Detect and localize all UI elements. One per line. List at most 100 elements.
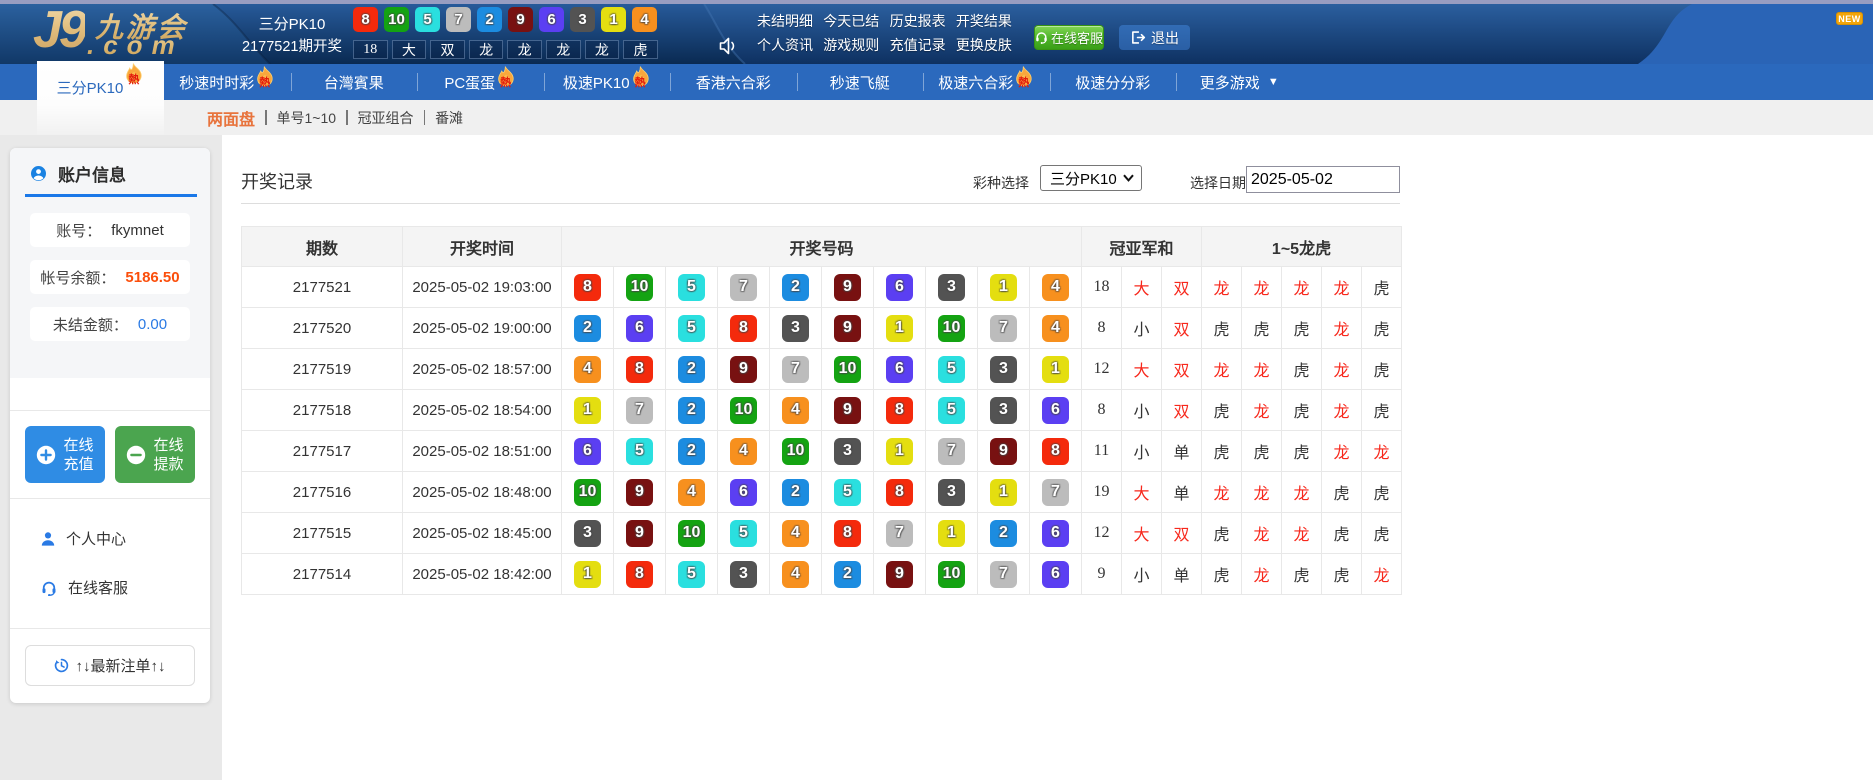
latest-bets-button[interactable]: ↑↓最新注单↑↓ xyxy=(25,645,195,686)
headset-blue-icon xyxy=(41,580,57,596)
cell-dragon-tiger: 龙 xyxy=(1242,390,1282,431)
unsettled-amount-label: 未结金额： xyxy=(53,314,128,335)
cell-issue: 2177514 xyxy=(242,554,403,595)
result-ball: 1 xyxy=(990,274,1017,301)
hot-flame-icon: 熱 xyxy=(631,66,651,90)
cell-parity: 双 xyxy=(1162,513,1202,554)
result-ball: 1 xyxy=(574,561,601,588)
cell-ball: 2 xyxy=(666,390,718,431)
result-ball: 9 xyxy=(834,274,861,301)
online-service-button[interactable]: 在线客服 xyxy=(1034,25,1104,50)
nav-tab-label: 极速六合彩 xyxy=(938,72,1013,93)
cell-time: 2025-05-02 18:51:00 xyxy=(403,431,562,472)
cell-dragon-tiger: 龙 xyxy=(1242,472,1282,513)
header-menu-link[interactable]: 更换皮肤 xyxy=(956,35,1022,55)
customer-service-item[interactable]: 在线客服 xyxy=(41,577,128,598)
cell-dragon-tiger: 龙 xyxy=(1242,554,1282,595)
logo[interactable]: J9 九游会 .com xyxy=(33,4,223,62)
cell-ball: 9 xyxy=(822,390,874,431)
nav-tab-6[interactable]: 香港六合彩 xyxy=(670,64,797,100)
subnav-item-1[interactable]: 两面盘 xyxy=(207,106,255,130)
subnav-item-4[interactable]: 番滩 xyxy=(435,108,463,128)
cell-size: 小 xyxy=(1122,554,1162,595)
subnav-separator xyxy=(424,110,426,125)
header-menu-link[interactable]: 个人资讯 xyxy=(757,35,823,55)
result-ball: 3 xyxy=(782,315,809,342)
cell-ball: 7 xyxy=(978,308,1030,349)
header-ball: 9 xyxy=(508,7,533,32)
hot-flame-icon: 熱 xyxy=(1014,66,1034,90)
cell-ball: 4 xyxy=(1030,267,1082,308)
logout-button[interactable]: 退出 xyxy=(1119,25,1190,50)
header-summary-box: 龙 xyxy=(469,40,504,59)
header-ball: 5 xyxy=(415,7,440,32)
date-input[interactable] xyxy=(1246,166,1400,193)
customer-service-label: 在线客服 xyxy=(68,577,128,598)
cell-size: 大 xyxy=(1122,472,1162,513)
nav-tab-1[interactable]: 三分PK10熱 xyxy=(37,61,164,135)
cell-ball: 6 xyxy=(874,267,926,308)
result-ball: 1 xyxy=(574,397,601,424)
cell-sum: 8 xyxy=(1082,308,1122,349)
cell-ball: 5 xyxy=(926,390,978,431)
cell-dragon-tiger: 龙 xyxy=(1282,472,1322,513)
cell-ball: 7 xyxy=(614,390,666,431)
deposit-button[interactable]: 在线充值 xyxy=(25,426,105,483)
cell-size: 大 xyxy=(1122,349,1162,390)
cell-ball: 6 xyxy=(562,431,614,472)
cell-dragon-tiger: 虎 xyxy=(1362,472,1402,513)
logo-j9-text: J9 xyxy=(33,0,85,60)
cell-dragon-tiger: 虎 xyxy=(1242,308,1282,349)
cell-time: 2025-05-02 19:03:00 xyxy=(403,267,562,308)
subnav-item-3[interactable]: 冠亚组合 xyxy=(358,108,414,128)
cell-sum: 18 xyxy=(1082,267,1122,308)
header-menu-link[interactable]: 充值记录 xyxy=(890,35,956,55)
cell-parity: 双 xyxy=(1162,349,1202,390)
cell-dragon-tiger: 龙 xyxy=(1202,267,1242,308)
cell-dragon-tiger: 龙 xyxy=(1362,431,1402,472)
speaker-icon[interactable] xyxy=(718,36,740,56)
subnav-item-2[interactable]: 单号1~10 xyxy=(277,108,337,128)
nav-tab-7[interactable]: 秒速飞艇 xyxy=(797,64,924,100)
nav-tab-5[interactable]: 极速PK10熱 xyxy=(544,64,671,100)
cell-ball: 6 xyxy=(874,349,926,390)
nav-tab-9[interactable]: 极速分分彩 xyxy=(1050,64,1177,100)
nav-tab-8[interactable]: 极速六合彩熱 xyxy=(923,64,1050,100)
header-summary-box: 大 xyxy=(392,40,427,59)
nav-tab-2[interactable]: 秒速时时彩熱 xyxy=(164,64,291,100)
result-ball: 5 xyxy=(678,561,705,588)
result-ball: 3 xyxy=(730,561,757,588)
cell-ball: 8 xyxy=(874,472,926,513)
result-ball: 6 xyxy=(626,315,653,342)
table-header-5: 1~5龙虎 xyxy=(1202,227,1402,267)
result-ball: 1 xyxy=(990,479,1017,506)
result-ball: 7 xyxy=(990,561,1017,588)
result-ball: 10 xyxy=(626,274,653,301)
header-menu-link[interactable]: 游戏规则 xyxy=(823,35,889,55)
nav-tab-4[interactable]: PC蛋蛋熱 xyxy=(417,64,544,100)
header-menu-link[interactable]: 开奖结果 xyxy=(956,11,1022,31)
withdraw-button[interactable]: 在线提款 xyxy=(115,426,195,483)
cell-dragon-tiger: 虎 xyxy=(1242,431,1282,472)
cell-ball: 2 xyxy=(562,308,614,349)
header-menu-link[interactable]: 历史报表 xyxy=(890,11,956,31)
cell-ball: 4 xyxy=(770,513,822,554)
cell-ball: 10 xyxy=(822,349,874,390)
nav-tab-10[interactable]: 更多游戏▼ xyxy=(1176,64,1303,100)
result-ball: 5 xyxy=(938,356,965,383)
account-username-label: 账号： xyxy=(56,220,101,241)
nav-tab-3[interactable]: 台灣賓果 xyxy=(291,64,418,100)
cell-ball: 7 xyxy=(1030,472,1082,513)
cell-dragon-tiger: 虎 xyxy=(1202,308,1242,349)
header-menu-link[interactable]: 今天已结 xyxy=(823,11,889,31)
cell-ball: 10 xyxy=(562,472,614,513)
cell-sum: 9 xyxy=(1082,554,1122,595)
lottery-select[interactable]: 三分PK10 xyxy=(1040,165,1142,191)
subnav-separator xyxy=(265,110,267,125)
cell-ball: 3 xyxy=(978,349,1030,390)
personal-center-item[interactable]: 个人中心 xyxy=(41,528,126,549)
header-summary-box: 双 xyxy=(430,40,465,59)
header-summary-box: 龙 xyxy=(585,40,620,59)
headset-icon xyxy=(1035,30,1048,45)
header-menu-link[interactable]: 未结明细 xyxy=(757,11,823,31)
